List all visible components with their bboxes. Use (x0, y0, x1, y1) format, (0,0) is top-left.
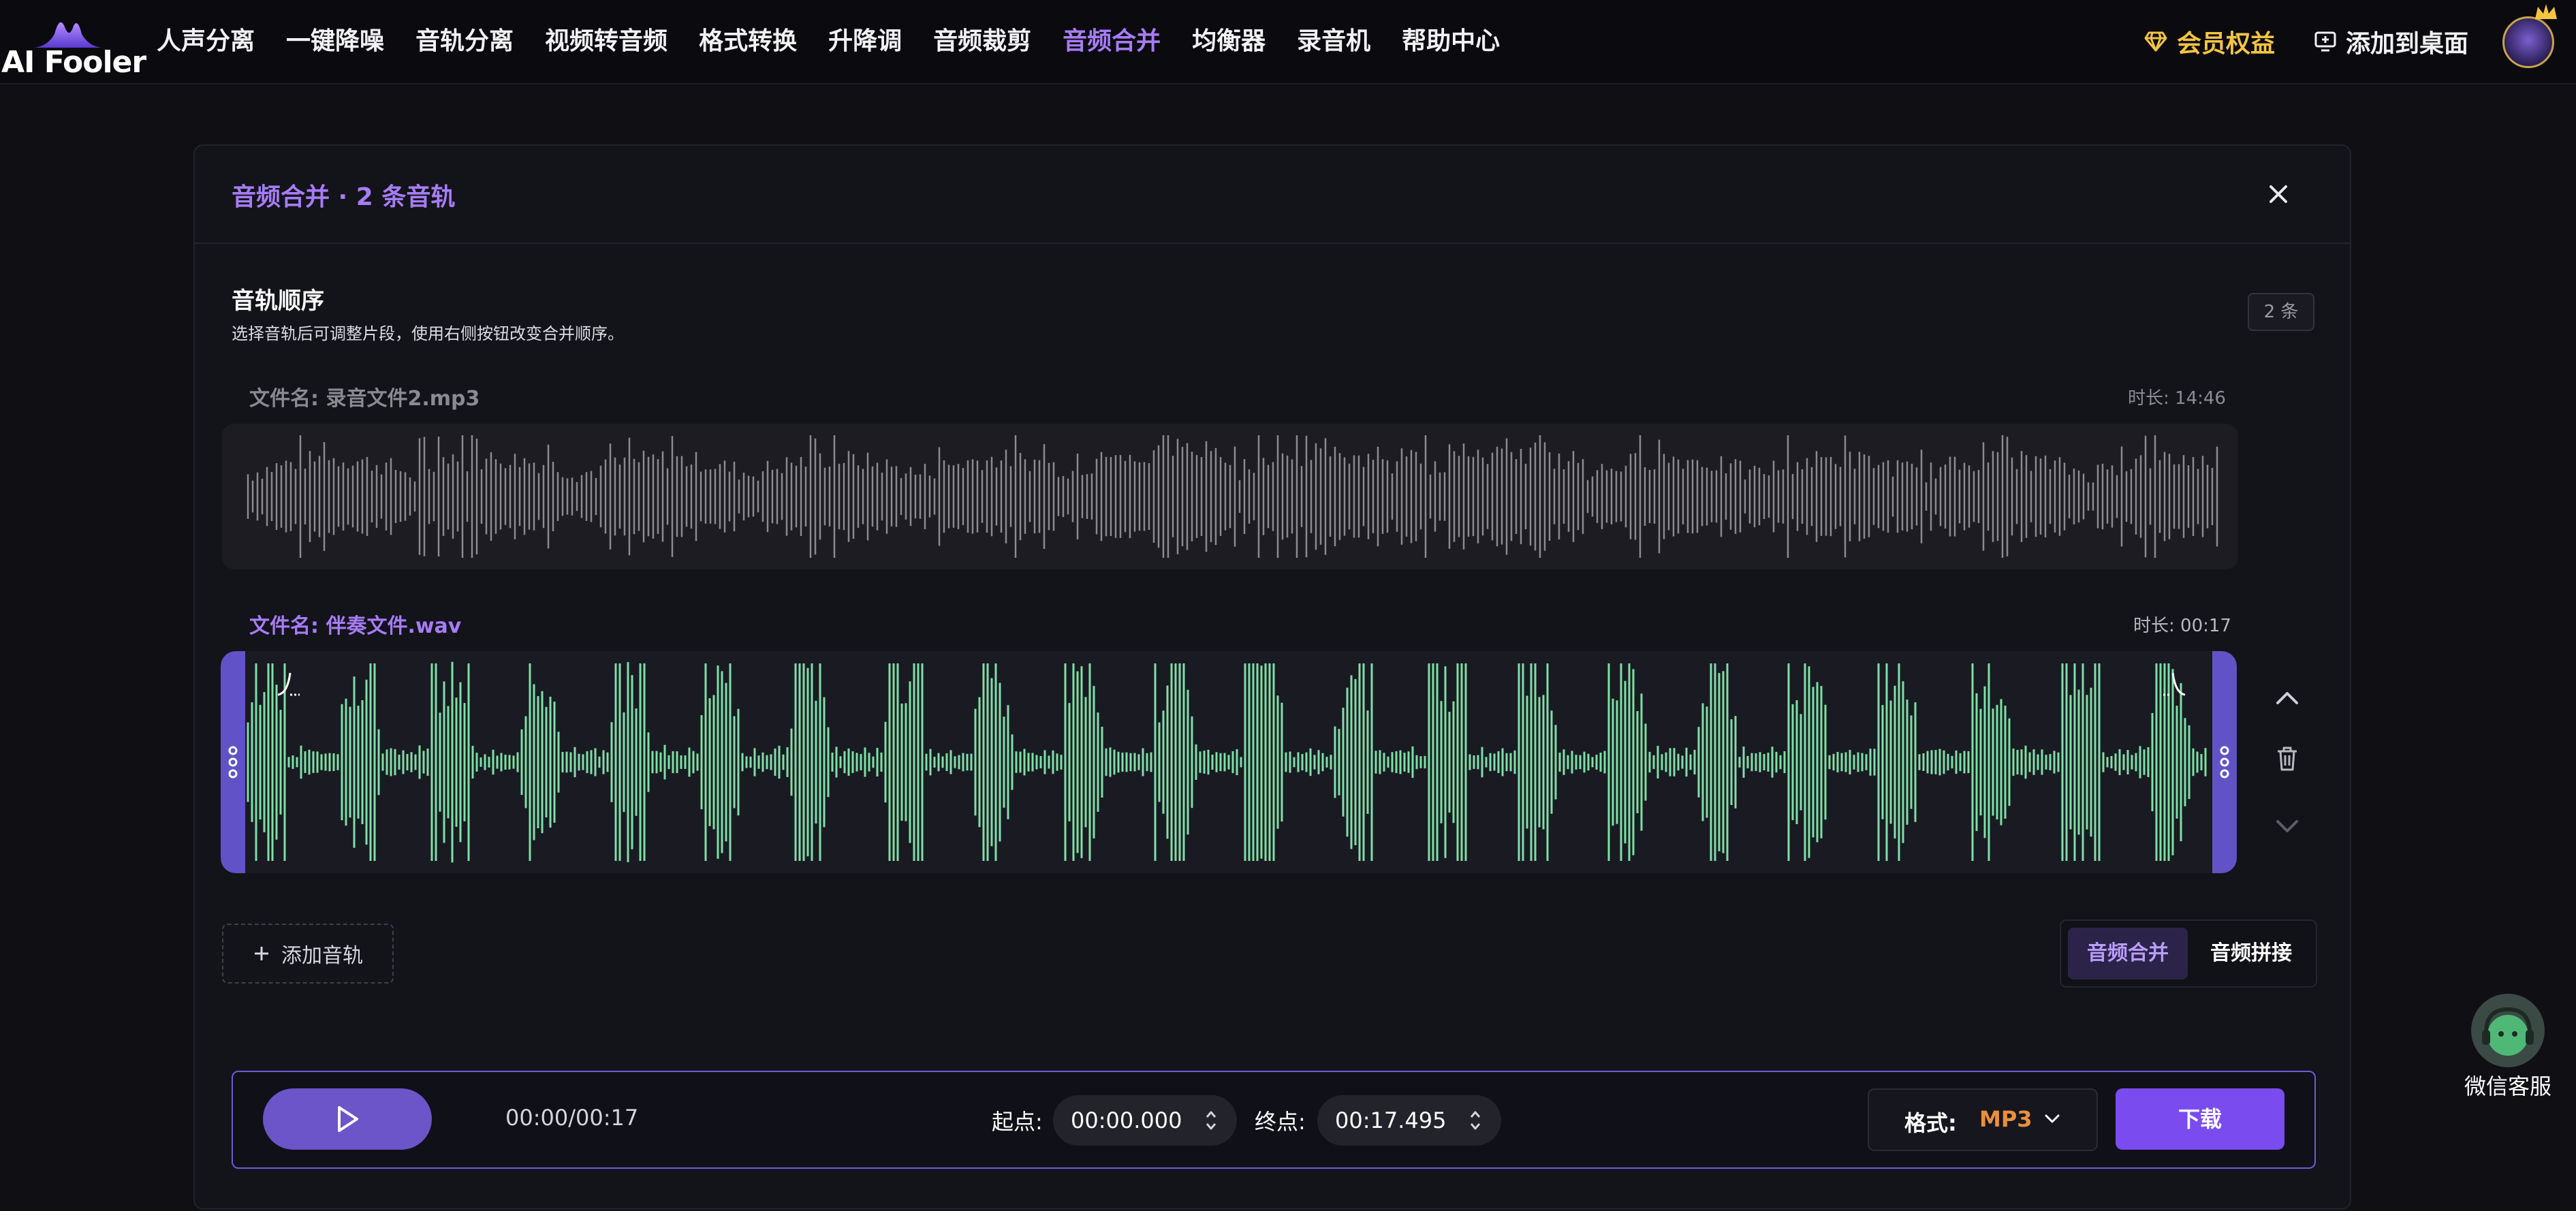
panel-header: 音频合并 · 2 条音轨 (195, 146, 2350, 244)
mode-toggle: 音频合并 音频拼接 (2060, 919, 2317, 988)
stepper-icon[interactable] (1204, 1109, 1218, 1132)
trim-handle-right[interactable] (2212, 651, 2237, 873)
format-select[interactable]: 格式: MP3 (1868, 1088, 2098, 1151)
panel-title: 音频合并 · 2 条音轨 (232, 183, 456, 211)
waveform (247, 661, 2207, 863)
logo-text: AI Fooler (1, 45, 146, 80)
drag-dots-icon (228, 746, 238, 778)
track-duration-selected: 时长: 00:17 (2133, 616, 2231, 636)
move-up-icon[interactable] (2274, 688, 2301, 708)
close-icon[interactable] (2263, 178, 2294, 210)
add-desktop-label: 添加到桌面 (2346, 30, 2469, 58)
drag-dots-icon (2220, 746, 2229, 778)
nav-item-denoise[interactable]: 一键降噪 (286, 25, 384, 59)
section-description: 选择音轨后可调整片段，使用右侧按钮改变合并顺序。 (232, 324, 624, 343)
nav-item-help[interactable]: 帮助中心 (1402, 25, 1500, 59)
stepper-icon[interactable] (1468, 1109, 1482, 1132)
chevron-down-icon (2045, 1114, 2060, 1123)
format-value: MP3 (1979, 1106, 2032, 1132)
play-icon (338, 1106, 358, 1132)
nav-item-equalizer[interactable]: 均衡器 (1192, 25, 1266, 59)
start-time-input[interactable] (1071, 1095, 1193, 1146)
nav-item-recorder[interactable]: 录音机 (1297, 25, 1370, 59)
wechat-support[interactable]: 微信客服 (2464, 989, 2553, 1112)
track-waveform-recording[interactable] (222, 424, 2238, 569)
trim-handle-left[interactable] (221, 651, 245, 873)
support-label: 微信客服 (2464, 1073, 2552, 1099)
add-track-label: 添加音轨 (281, 944, 363, 968)
fade-in-icon[interactable] (275, 669, 302, 699)
plus-icon (255, 947, 268, 960)
nav-menu: 人声分离 一键降噪 音轨分离 视频转音频 格式转换 升降调 音频裁剪 音频合并 … (157, 25, 1531, 59)
play-button[interactable] (263, 1088, 432, 1150)
end-label: 终点: (1255, 1109, 1306, 1135)
nav-item-audio-trim[interactable]: 音频裁剪 (933, 25, 1031, 59)
add-to-desktop-button[interactable]: 添加到桌面 (2314, 25, 2468, 59)
nav-item-vocal-separation[interactable]: 人声分离 (157, 25, 255, 59)
mode-concat-tab[interactable]: 音频拼接 (2193, 928, 2309, 979)
avatar[interactable] (2502, 16, 2554, 68)
playback-time: 00:00/00:17 (505, 1105, 639, 1131)
track-filename-selected: 文件名: 伴奏文件.wav (249, 614, 462, 638)
player-bar: 00:00/00:17 起点: 终点: 格式: MP3 下载 (232, 1071, 2316, 1169)
diamond-icon (2144, 31, 2167, 52)
merge-panel: 音频合并 · 2 条音轨 音轨顺序 选择音轨后可调整片段，使用右侧按钮改变合并顺… (193, 144, 2351, 1210)
track-filename: 文件名: 录音文件2.mp3 (249, 387, 480, 411)
vip-benefits-link[interactable]: 会员权益 (2144, 25, 2275, 59)
nav-item-format-convert[interactable]: 格式转换 (699, 25, 797, 59)
logo-icon (34, 22, 102, 48)
track-duration: 时长: 14:46 (2128, 388, 2226, 409)
crown-icon (2535, 4, 2557, 19)
logo[interactable]: AI Fooler (0, 5, 146, 80)
delete-icon[interactable] (2275, 745, 2299, 772)
add-desktop-icon (2314, 31, 2336, 52)
track-waveform-accompaniment[interactable] (221, 651, 2237, 873)
vip-label: 会员权益 (2177, 30, 2276, 58)
section-title: 音轨顺序 (232, 287, 324, 315)
nav-item-audio-merge[interactable]: 音频合并 (1063, 25, 1161, 59)
nav-item-track-separation[interactable]: 音轨分离 (415, 25, 514, 59)
headset-icon (2471, 994, 2545, 1067)
nav-item-video-to-audio[interactable]: 视频转音频 (545, 25, 667, 59)
nav-item-pitch[interactable]: 升降调 (828, 25, 902, 59)
start-label: 起点: (992, 1109, 1043, 1135)
start-time-field[interactable] (1053, 1095, 1237, 1146)
download-button[interactable]: 下载 (2116, 1088, 2284, 1150)
waveform (247, 435, 2218, 558)
end-time-field[interactable] (1317, 1095, 1501, 1146)
format-label: 格式: (1904, 1110, 1957, 1136)
track-count-badge: 2 条 (2248, 293, 2314, 331)
mode-merge-tab[interactable]: 音频合并 (2068, 928, 2188, 979)
top-nav: AI Fooler 人声分离 一键降噪 音轨分离 视频转音频 格式转换 升降调 … (0, 0, 2576, 84)
fade-out-icon[interactable] (2161, 669, 2188, 699)
move-down-icon[interactable] (2274, 816, 2301, 836)
end-time-input[interactable] (1335, 1095, 1458, 1146)
add-track-button[interactable]: 添加音轨 (222, 924, 394, 984)
